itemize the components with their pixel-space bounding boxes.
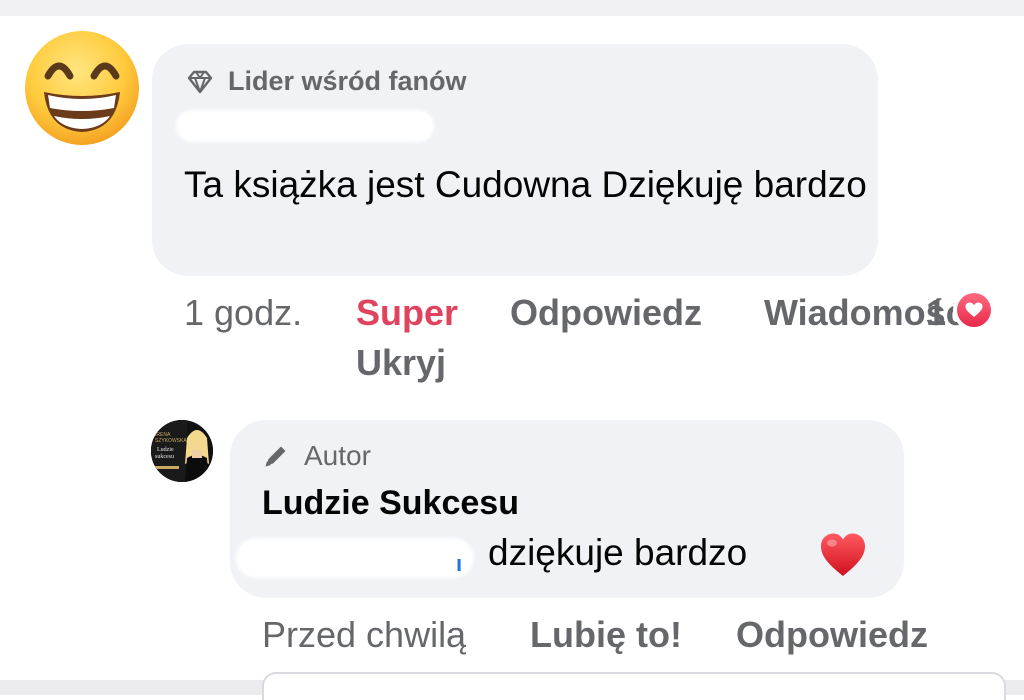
hidden-tagged-name <box>236 538 474 578</box>
commenter-avatar[interactable] <box>24 30 140 146</box>
author-name[interactable]: Ludzie Sukcesu <box>262 484 519 523</box>
hidden-commenter-name <box>176 110 434 142</box>
avatar-line-2: SZYKOWSKA <box>155 438 187 444</box>
comment-text: Ta książka jest Cudowna Dziękuję bardzo <box>184 164 867 205</box>
reply-to-reply-button[interactable]: Odpowiedz <box>736 614 928 656</box>
badge-label: Lider wśród fanów <box>228 66 467 96</box>
red-heart-icon <box>818 530 868 580</box>
reply-text: dziękuje bardzo <box>488 532 748 573</box>
like-button[interactable]: Lubię to! <box>530 614 682 656</box>
diamond-icon <box>186 68 214 96</box>
love-reaction-icon[interactable] <box>953 289 995 331</box>
hide-button[interactable]: Ukryj <box>356 342 446 384</box>
avatar-line-4: sukcesu <box>155 454 174 460</box>
page-avatar[interactable]: IRENA SZYKOWSKA Ludzie sukcesu <box>151 420 213 482</box>
tagged-name-fragment: ı <box>456 551 463 576</box>
top-fan-badge: Lider wśród fanów <box>186 66 467 97</box>
reply-timestamp[interactable]: Przed chwilą <box>262 614 466 656</box>
author-badge-label: Autor <box>304 440 371 471</box>
write-reply-field[interactable] <box>262 672 1006 700</box>
top-edge <box>0 0 1024 16</box>
book-cover-avatar-icon: IRENA SZYKOWSKA Ludzie sukcesu <box>151 420 213 482</box>
react-super-button[interactable]: Super <box>356 292 458 334</box>
avatar-line-3: Ludzie <box>157 447 174 453</box>
pencil-icon <box>262 442 290 470</box>
reply-button[interactable]: Odpowiedz <box>510 292 702 334</box>
grinning-face-icon <box>25 31 139 145</box>
comment-timestamp[interactable]: 1 godz. <box>184 292 302 334</box>
author-badge: Autor <box>262 440 371 472</box>
reaction-count[interactable]: 1 <box>926 292 946 334</box>
